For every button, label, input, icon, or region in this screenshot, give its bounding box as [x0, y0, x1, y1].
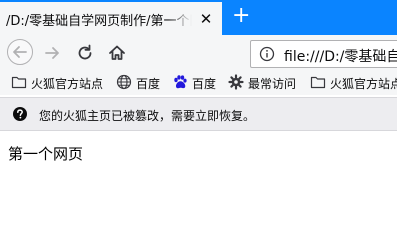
home-icon: [109, 45, 125, 60]
paw-icon: [174, 75, 187, 89]
arrow-right-icon: [45, 47, 59, 59]
navigation-toolbar: file:///D:/零基础自: [0, 35, 397, 70]
home-button[interactable]: [105, 41, 129, 65]
tab-strip: /D:/零基础自学网页制作/第一个网 ✕ +: [0, 0, 397, 35]
url-bar[interactable]: file:///D:/零基础自: [250, 40, 397, 68]
question-icon: [13, 107, 27, 121]
arrow-left-icon: [13, 46, 27, 58]
new-tab-button[interactable]: +: [232, 5, 250, 27]
forward-button[interactable]: [41, 41, 65, 65]
folder-icon: [11, 76, 27, 89]
notification-bar: 您的火狐主页已被篡改，需要立即恢复。: [0, 97, 397, 131]
bookmark-label: 百度: [136, 77, 161, 91]
bookmarks-toolbar: 火狐官方站点 百度 百度 最常访问 火狐官方站点: [0, 70, 397, 95]
reload-button[interactable]: [73, 41, 97, 65]
folder-icon: [310, 76, 326, 89]
bookmark-label: 最常访问: [248, 77, 297, 91]
back-button[interactable]: [7, 39, 33, 65]
active-tab[interactable]: /D:/零基础自学网页制作/第一个网 ✕: [0, 0, 222, 35]
bookmark-label: 火狐官方站点: [330, 77, 397, 91]
tab-title: /D:/零基础自学网页制作/第一个网: [6, 10, 192, 29]
globe-icon: [116, 74, 132, 90]
bookmark-label: 火狐官方站点: [31, 77, 104, 91]
info-icon[interactable]: [259, 46, 275, 62]
gear-icon: [228, 74, 244, 90]
url-text[interactable]: file:///D:/零基础自: [284, 46, 397, 66]
page-content-text: 第一个网页: [8, 145, 84, 163]
close-tab-icon[interactable]: ✕: [198, 11, 214, 27]
notification-message: 您的火狐主页已被篡改，需要立即恢复。: [39, 109, 256, 123]
bookmark-label: 百度: [192, 77, 217, 91]
reload-icon: [78, 44, 92, 60]
